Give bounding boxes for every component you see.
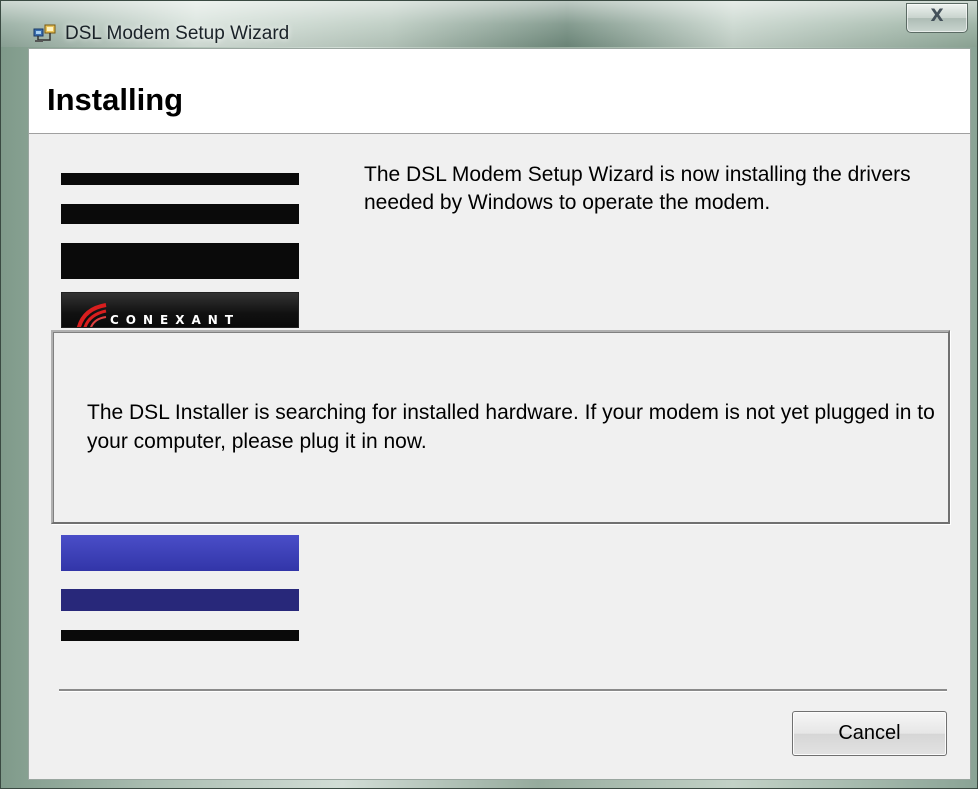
stripe-top-2 xyxy=(61,204,299,224)
page-title: Installing xyxy=(47,82,184,117)
close-button[interactable]: X xyxy=(906,3,968,33)
conexant-swirl-icon xyxy=(76,303,107,327)
title-bar[interactable]: DSL Modem Setup Wizard X xyxy=(1,1,977,47)
wizard-window: DSL Modem Setup Wizard X Installing CONE… xyxy=(0,0,978,789)
stripe-bottom-3 xyxy=(61,630,299,641)
logo-text: CONEXANT xyxy=(110,313,241,327)
status-panel: The DSL Installer is searching for insta… xyxy=(51,330,950,524)
cancel-button[interactable]: Cancel xyxy=(792,711,947,756)
wizard-header: Installing xyxy=(29,49,970,134)
stripe-top-3 xyxy=(61,243,299,279)
stripe-bottom-1 xyxy=(61,535,299,571)
window-title: DSL Modem Setup Wizard xyxy=(65,23,290,44)
stripe-top-1 xyxy=(61,173,299,185)
install-message: The DSL Modem Setup Wizard is now instal… xyxy=(364,163,911,214)
footer-separator xyxy=(59,689,947,692)
close-icon: X xyxy=(930,6,944,26)
conexant-logo: CONEXANT xyxy=(61,292,299,328)
wizard-body: Installing CONEXANT The DSL Modem Setup … xyxy=(28,48,971,780)
network-setup-icon xyxy=(33,23,57,43)
stripe-bottom-2 xyxy=(61,589,299,611)
status-message: The DSL Installer is searching for insta… xyxy=(87,401,935,453)
